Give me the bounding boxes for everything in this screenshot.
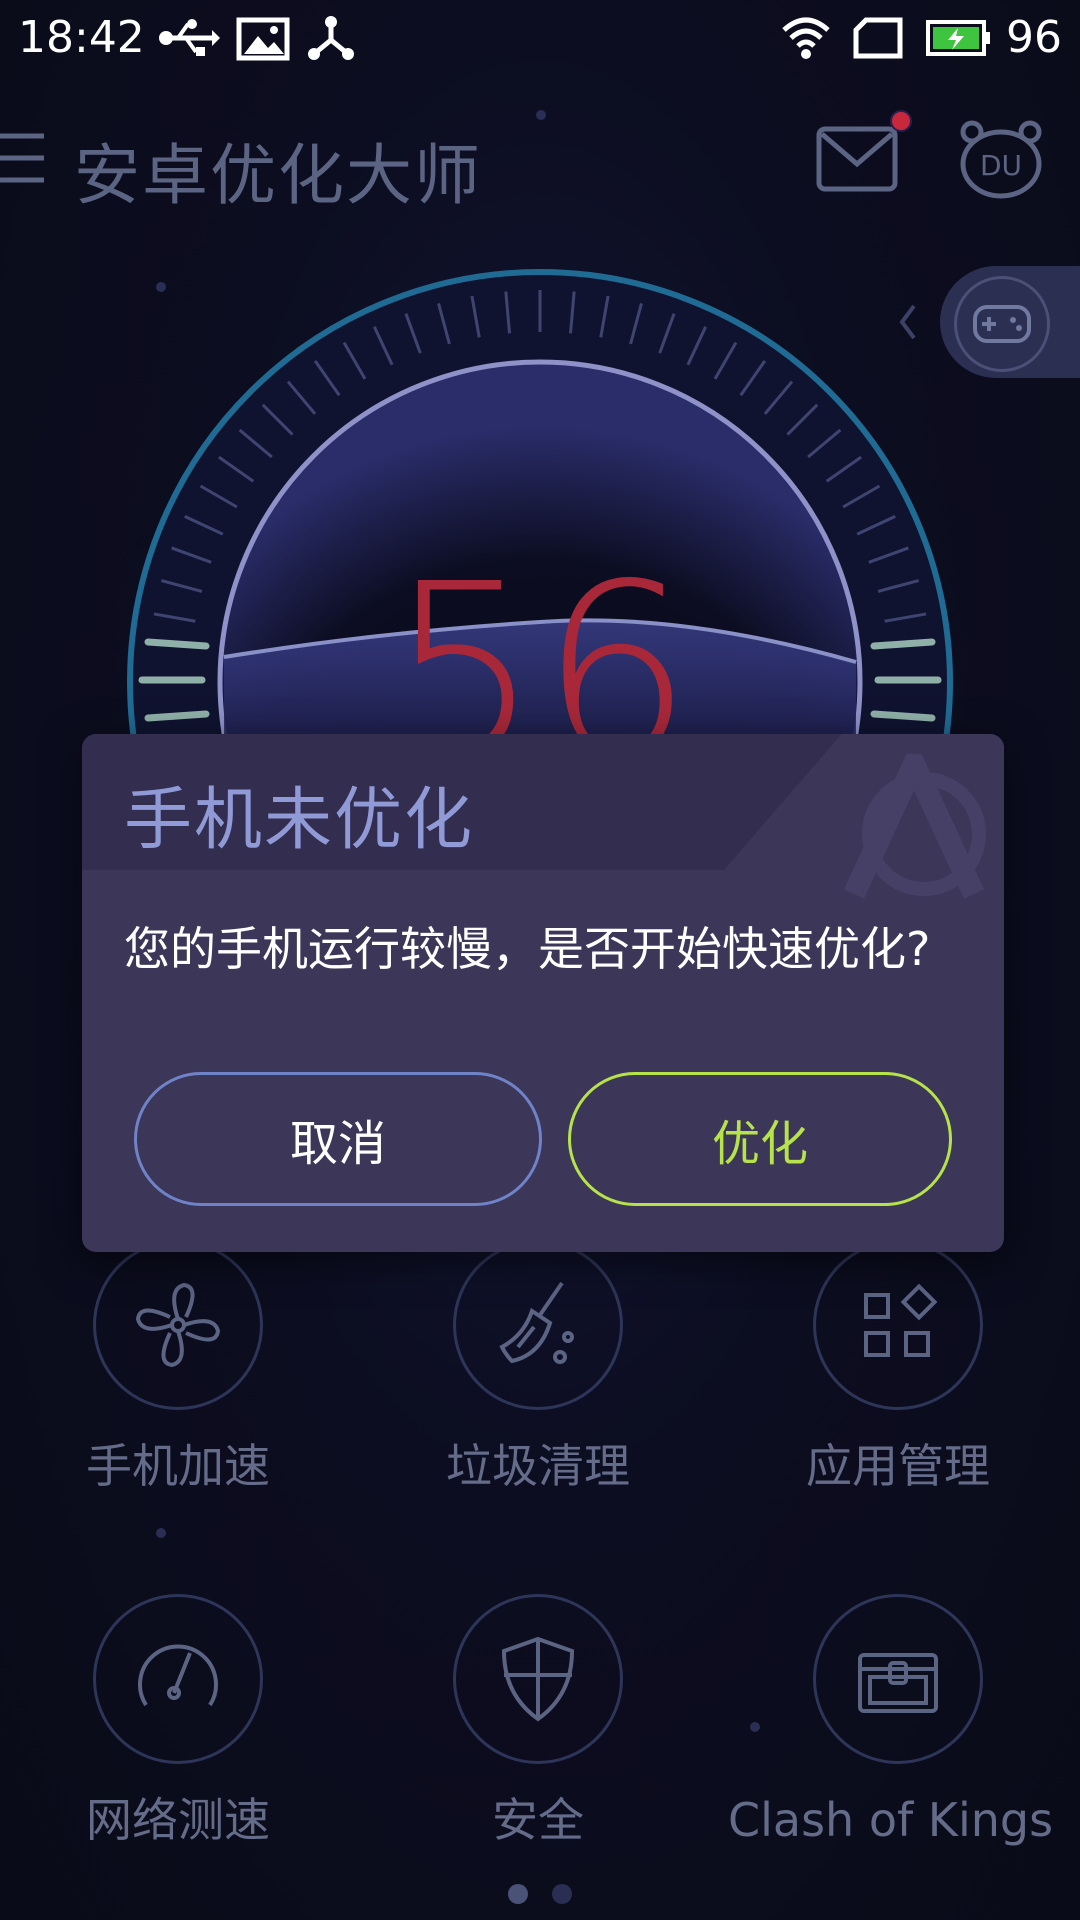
optimize-button[interactable]: 优化 (568, 1072, 952, 1206)
dialog-message: 您的手机运行较慢，是否开始快速优化? (124, 922, 931, 976)
cancel-button-label: 取消 (289, 1116, 386, 1172)
dialog-title: 手机未优化 (124, 781, 475, 860)
optimize-button-label: 优化 (711, 1116, 808, 1172)
optimize-dialog: 手机未优化 您的手机运行较慢，是否开始快速优化? 取消 优化 (82, 734, 1004, 1252)
app-logo-watermark (844, 754, 986, 899)
cancel-button[interactable]: 取消 (134, 1072, 542, 1206)
